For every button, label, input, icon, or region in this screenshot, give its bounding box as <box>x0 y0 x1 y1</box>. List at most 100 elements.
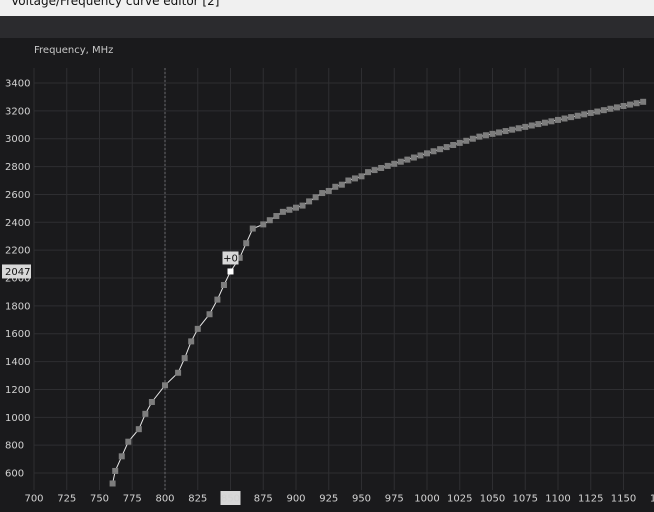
curve-point[interactable] <box>417 152 424 159</box>
curve-point[interactable] <box>181 355 188 362</box>
curve-point[interactable] <box>502 128 509 135</box>
curve-point[interactable] <box>587 109 594 116</box>
curve-point[interactable] <box>633 100 640 107</box>
y-tick-label: 600 <box>5 469 24 480</box>
curve-point[interactable] <box>509 126 516 133</box>
curve-point[interactable] <box>469 135 476 142</box>
curve-point[interactable] <box>188 338 195 345</box>
curve-point[interactable] <box>424 150 430 157</box>
curve-point[interactable] <box>607 105 614 112</box>
curve-point[interactable] <box>410 154 417 161</box>
curve-point[interactable] <box>109 480 116 487</box>
curve-point[interactable] <box>332 183 339 190</box>
curve-point[interactable] <box>482 132 489 139</box>
curve-point[interactable] <box>351 175 358 182</box>
curve-point[interactable] <box>279 208 286 215</box>
curve-point[interactable] <box>249 225 256 232</box>
x-tick-label: 925 <box>319 494 338 505</box>
curve-point[interactable] <box>404 156 411 163</box>
curve-point[interactable] <box>345 177 352 184</box>
offset-label: +0 <box>223 253 238 264</box>
curve-point[interactable] <box>456 139 463 146</box>
curve-point[interactable] <box>581 111 588 118</box>
curve-point[interactable] <box>450 141 457 148</box>
x-tick-label: 1100 <box>545 494 570 505</box>
curve-point[interactable] <box>600 107 607 114</box>
curve-point[interactable] <box>260 221 267 228</box>
curve-point[interactable] <box>371 167 378 174</box>
y-tick-label: 1600 <box>5 329 30 340</box>
curve-point[interactable] <box>142 410 149 417</box>
curve-point[interactable] <box>365 169 372 176</box>
curve-point[interactable] <box>568 114 575 121</box>
curve-point[interactable] <box>397 158 404 165</box>
y-tick-label: 1800 <box>5 301 30 312</box>
x-tick-label: 750 <box>90 494 109 505</box>
points-layer[interactable] <box>109 98 647 487</box>
curve-point[interactable] <box>391 160 398 167</box>
selected-curve-point[interactable] <box>227 268 234 275</box>
curve-point[interactable] <box>112 467 119 474</box>
x-tick-label: 1150 <box>611 494 636 505</box>
x-tick-label: 1075 <box>513 494 538 505</box>
curve-point[interactable] <box>555 116 561 123</box>
y-tick-label: 3400 <box>5 79 30 90</box>
curve-point[interactable] <box>358 173 365 180</box>
y-tick-label: 2600 <box>5 190 30 201</box>
y-tick-label: 1400 <box>5 357 30 368</box>
selected-point-layer[interactable]: +0 2047 <box>2 251 239 279</box>
curve-point[interactable] <box>620 102 627 109</box>
curve-point[interactable] <box>489 130 496 137</box>
curve-point[interactable] <box>594 108 601 115</box>
curve-point[interactable] <box>125 438 132 445</box>
curve-point[interactable] <box>319 190 326 197</box>
curve-point[interactable] <box>548 118 555 125</box>
curve-point[interactable] <box>312 194 319 201</box>
curve-point[interactable] <box>299 202 306 209</box>
curve-point[interactable] <box>243 240 250 247</box>
curve-point[interactable] <box>293 204 299 211</box>
curve-point[interactable] <box>437 146 444 153</box>
curve-point[interactable] <box>384 162 391 169</box>
curve-point[interactable] <box>430 148 437 155</box>
curve-point[interactable] <box>306 198 313 205</box>
y-value-label: 2047 <box>5 267 30 278</box>
curve-point[interactable] <box>535 121 542 128</box>
curve-point[interactable] <box>175 369 182 376</box>
curve-point[interactable] <box>515 125 522 132</box>
curve-point[interactable] <box>463 137 470 144</box>
curve-point[interactable] <box>640 98 647 105</box>
curve-point[interactable] <box>286 206 293 213</box>
curve-point[interactable] <box>496 129 503 136</box>
curve-point[interactable] <box>561 115 568 122</box>
curve-point[interactable] <box>162 382 168 389</box>
curve-point[interactable] <box>574 112 581 119</box>
curve-point[interactable] <box>135 426 142 433</box>
x-tick-label: 1050 <box>480 494 505 505</box>
y-tick-label: 3000 <box>5 134 30 145</box>
curve-point[interactable] <box>378 164 385 171</box>
curve-point[interactable] <box>338 181 345 188</box>
curve-point[interactable] <box>613 104 620 111</box>
curve-layer <box>112 101 644 484</box>
curve-point[interactable] <box>522 123 529 130</box>
x-tick-label: 800 <box>155 494 174 505</box>
curve-point[interactable] <box>266 217 273 224</box>
curve-point[interactable] <box>118 453 125 460</box>
x-tick-label: 1025 <box>447 494 472 505</box>
curve-point[interactable] <box>206 311 213 318</box>
curve-point[interactable] <box>541 119 548 126</box>
curve-point[interactable] <box>194 325 201 332</box>
curve-point[interactable] <box>627 101 634 108</box>
curve-point[interactable] <box>476 133 483 140</box>
x-tick-label: 875 <box>254 494 273 505</box>
curve-point[interactable] <box>528 122 535 129</box>
curve-point[interactable] <box>273 213 280 220</box>
curve-point[interactable] <box>325 187 332 194</box>
curve-point[interactable] <box>220 281 227 288</box>
curve-point[interactable] <box>443 144 450 151</box>
y-tick-labels: 6008001000120014001600180020002200240026… <box>5 79 30 480</box>
curve-point[interactable] <box>214 296 221 303</box>
vf-curve-chart[interactable]: 6008001000120014001600180020002200240026… <box>0 0 654 512</box>
curve-point[interactable] <box>148 398 155 405</box>
